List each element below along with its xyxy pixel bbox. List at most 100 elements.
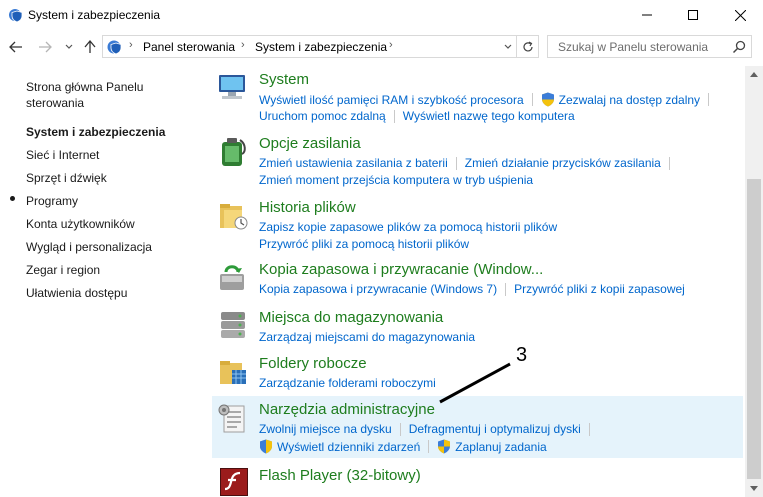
nav-hardware-sound[interactable]: Sprzęt i dźwięk bbox=[26, 170, 191, 186]
breadcrumb-separator-icon[interactable]: › bbox=[241, 39, 245, 51]
chevron-down-icon bbox=[750, 486, 758, 491]
category-work-folders: Foldery robocze Zarządzanie folderami ro… bbox=[212, 350, 743, 396]
maximize-button[interactable] bbox=[670, 0, 716, 30]
address-history-button[interactable] bbox=[499, 35, 517, 58]
category-storage-spaces: Miejsca do magazynowania Zarządzaj miejs… bbox=[212, 304, 743, 350]
left-navigation: Strona główna Panelu sterowania System i… bbox=[0, 66, 210, 486]
link-restore-file-history[interactable]: Przywróć pliki za pomocą historii plików bbox=[259, 237, 469, 251]
category-flash-player: Flash Player (32-bitowy) bbox=[212, 460, 743, 497]
link-separator bbox=[505, 282, 507, 296]
category-links-row: Zwolnij miejsce na dysku Defragmentuj i … bbox=[259, 422, 598, 436]
link-backup-restore-win7[interactable]: Kopia zapasowa i przywracanie (Windows 7… bbox=[259, 282, 497, 296]
category-links-row: Wyświetl dzienniki zdarzeń Zaplanuj zada… bbox=[259, 439, 547, 454]
up-button[interactable] bbox=[82, 39, 98, 55]
nav-programs[interactable]: Programy bbox=[26, 193, 191, 209]
arrow-up-icon bbox=[84, 40, 96, 53]
forward-button[interactable] bbox=[37, 39, 53, 55]
breadcrumb-system-security[interactable]: System i zabezpieczenia bbox=[255, 40, 387, 54]
computer-monitor-icon bbox=[219, 75, 245, 99]
link-separator bbox=[588, 422, 590, 436]
backup-restore-icon bbox=[220, 265, 244, 290]
vertical-scrollbar[interactable] bbox=[745, 66, 763, 497]
category-title-power-options[interactable]: Opcje zasilania bbox=[259, 135, 361, 152]
battery-power-icon bbox=[222, 138, 246, 166]
link-separator bbox=[455, 156, 457, 170]
search-box[interactable] bbox=[547, 35, 752, 58]
category-system: System Wyświetl ilość pamięci RAM i szyb… bbox=[212, 66, 743, 130]
maximize-icon bbox=[688, 10, 698, 20]
category-links-row: Uruchom pomoc zdalną Wyświetl nazwę tego… bbox=[259, 109, 575, 123]
nav-appearance[interactable]: Wygląd i personalizacja bbox=[26, 239, 191, 255]
link-save-backup-file-history[interactable]: Zapisz kopie zapasowe plików za pomocą h… bbox=[259, 220, 557, 234]
link-power-buttons[interactable]: Zmień działanie przycisków zasilania bbox=[465, 156, 661, 170]
link-restore-from-backup[interactable]: Przywróć pliki z kopii zapasowej bbox=[514, 282, 685, 296]
administrative-tools-icon bbox=[218, 404, 245, 433]
link-view-event-logs[interactable]: Wyświetl dzienniki zdarzeń bbox=[277, 440, 420, 454]
refresh-icon bbox=[522, 40, 533, 51]
control-panel-icon bbox=[107, 40, 122, 55]
link-remote-assistance[interactable]: Uruchom pomoc zdalną bbox=[259, 109, 386, 123]
uac-shield-icon bbox=[438, 439, 451, 454]
category-title-work-folders[interactable]: Foldery robocze bbox=[259, 355, 367, 372]
category-links-row: Zarządzanie folderami roboczymi bbox=[259, 376, 436, 390]
category-file-history: Historia plików Zapisz kopie zapasowe pl… bbox=[212, 194, 743, 256]
category-title-storage-spaces[interactable]: Miejsca do magazynowania bbox=[259, 309, 443, 326]
nav-system-security[interactable]: System i zabezpieczenia bbox=[26, 124, 191, 140]
scroll-down-button[interactable] bbox=[745, 480, 763, 497]
breadcrumb-separator-icon[interactable]: › bbox=[389, 39, 393, 51]
refresh-button[interactable] bbox=[517, 35, 539, 58]
nav-ease-of-access[interactable]: Ułatwienia dostępu bbox=[26, 285, 191, 301]
arrow-right-icon bbox=[39, 41, 52, 53]
minimize-button[interactable] bbox=[624, 0, 670, 30]
scroll-up-button[interactable] bbox=[745, 66, 763, 83]
scrollbar-thumb[interactable] bbox=[747, 179, 761, 479]
back-button[interactable] bbox=[8, 39, 24, 55]
close-icon bbox=[734, 9, 746, 21]
link-schedule-tasks[interactable]: Zaplanuj zadania bbox=[455, 440, 546, 454]
storage-spaces-icon bbox=[221, 312, 245, 338]
search-input[interactable] bbox=[548, 36, 728, 57]
link-battery-settings[interactable]: Zmień ustawienia zasilania z baterii bbox=[259, 156, 448, 170]
close-button[interactable] bbox=[717, 0, 763, 30]
flash-player-icon bbox=[220, 468, 248, 496]
category-links-row: Zarządzaj miejscami do magazynowania bbox=[259, 330, 475, 344]
minimize-icon bbox=[642, 14, 652, 16]
category-backup-restore: Kopia zapasowa i przywracanie (Window...… bbox=[212, 256, 743, 304]
nav-control-panel-home[interactable]: Strona główna Panelu sterowania bbox=[26, 79, 191, 111]
work-folders-icon bbox=[220, 361, 246, 384]
window-title: System i zabezpieczenia bbox=[28, 8, 161, 22]
nav-user-accounts[interactable]: Konta użytkowników bbox=[26, 216, 191, 232]
search-icon[interactable] bbox=[732, 40, 746, 54]
recent-locations-button[interactable] bbox=[61, 39, 77, 55]
breadcrumb-separator-icon[interactable]: › bbox=[129, 39, 133, 51]
file-history-folder-icon bbox=[220, 204, 248, 230]
link-sleep-timing[interactable]: Zmień moment przejścia komputera w tryb … bbox=[259, 173, 533, 187]
uac-shield-icon bbox=[260, 439, 272, 454]
link-manage-work-folders[interactable]: Zarządzanie folderami roboczymi bbox=[259, 376, 436, 390]
category-power-options: Opcje zasilania Zmień ustawienia zasilan… bbox=[212, 130, 743, 194]
chevron-down-icon bbox=[504, 44, 512, 49]
link-manage-storage-spaces[interactable]: Zarządzaj miejscami do magazynowania bbox=[259, 330, 475, 344]
nav-clock-region[interactable]: Zegar i region bbox=[26, 262, 191, 278]
link-defragment-optimize[interactable]: Defragmentuj i optymalizuj dyski bbox=[409, 422, 581, 436]
control-panel-shield-icon bbox=[9, 9, 23, 23]
category-administrative-tools[interactable]: Narzędzia administracyjne Zwolnij miejsc… bbox=[212, 396, 743, 458]
arrow-left-icon bbox=[9, 41, 22, 53]
category-title-system[interactable]: System bbox=[259, 71, 309, 88]
category-title-administrative-tools[interactable]: Narzędzia administracyjne bbox=[259, 401, 435, 418]
link-disk-cleanup[interactable]: Zwolnij miejsce na dysku bbox=[259, 422, 392, 436]
link-view-ram-cpu[interactable]: Wyświetl ilość pamięci RAM i szybkość pr… bbox=[259, 93, 524, 107]
address-bar[interactable]: › Panel sterowania › System i zabezpiecz… bbox=[102, 35, 517, 58]
category-title-file-history[interactable]: Historia plików bbox=[259, 199, 356, 216]
category-links-row: Kopia zapasowa i przywracanie (Windows 7… bbox=[259, 282, 685, 296]
link-separator bbox=[399, 422, 401, 436]
category-title-flash-player[interactable]: Flash Player (32-bitowy) bbox=[259, 467, 421, 484]
title-bar: System i zabezpieczenia bbox=[0, 0, 763, 30]
link-separator bbox=[428, 440, 430, 453]
breadcrumb-control-panel[interactable]: Panel sterowania bbox=[143, 40, 235, 54]
link-computer-name[interactable]: Wyświetl nazwę tego komputera bbox=[403, 109, 575, 123]
category-title-backup-restore[interactable]: Kopia zapasowa i przywracanie (Window... bbox=[259, 261, 543, 278]
link-allow-remote-access[interactable]: Zezwalaj na dostęp zdalny bbox=[559, 93, 700, 107]
chevron-up-icon bbox=[750, 72, 758, 77]
nav-network-internet[interactable]: Sieć i Internet bbox=[26, 147, 191, 163]
